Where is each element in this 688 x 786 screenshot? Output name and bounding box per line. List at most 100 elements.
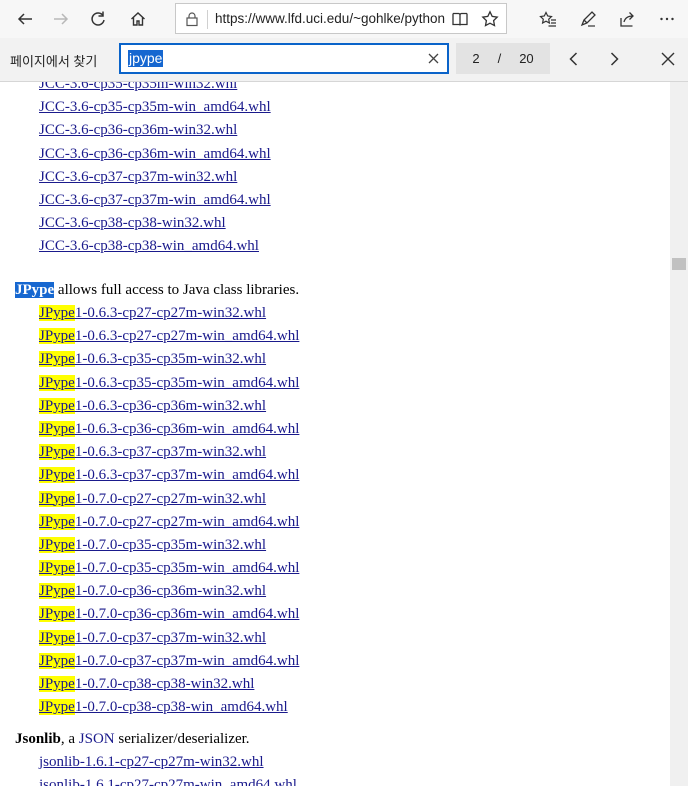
list-item: JPype1-0.6.3-cp36-cp36m-win32.whl xyxy=(39,395,299,418)
find-label: 페이지에서 찾기 xyxy=(10,54,98,69)
jpype-file-link[interactable]: JPype1-0.6.3-cp27-cp27m-win_amd64.whl xyxy=(39,328,300,345)
file-name-text: JCC-3.6-cp36-cp36m-win32.whl xyxy=(39,122,238,139)
search-highlight: JPype xyxy=(39,560,75,577)
jpype-file-link[interactable]: JPype1-0.7.0-cp27-cp27m-win_amd64.whl xyxy=(39,513,300,530)
forward-button[interactable] xyxy=(44,3,78,35)
json-link[interactable]: JSON xyxy=(79,731,115,747)
jcc-file-link[interactable]: JCC-3.6-cp36-cp36m-win_amd64.whl xyxy=(39,146,271,162)
more-button[interactable] xyxy=(650,3,684,35)
jsonlib-file-link[interactable]: jsonlib-1.6.1-cp27-cp27m-win_amd64.whl xyxy=(39,777,297,786)
list-item: JPype1-0.6.3-cp27-cp27m-win_amd64.whl xyxy=(39,325,299,348)
jpype-file-link[interactable]: JPype1-0.7.0-cp38-cp38-win_amd64.whl xyxy=(39,699,288,716)
search-highlight: JPype xyxy=(39,513,75,530)
url-text[interactable]: https://www.lfd.uci.edu/~gohlke/pythonl xyxy=(215,11,445,26)
file-name-text: JCC-3.6-cp35-cp35m-win_amd64.whl xyxy=(39,99,271,116)
jpype-file-link[interactable]: JPype1-0.6.3-cp35-cp35m-win32.whl xyxy=(39,351,266,368)
list-item: JCC-3.6-cp35-cp35m-win_amd64.whl xyxy=(39,96,271,119)
jpype-file-link[interactable]: JPype1-0.7.0-cp36-cp36m-win_amd64.whl xyxy=(39,606,300,623)
jpype-package-name[interactable]: JPype xyxy=(15,282,55,298)
jpype-file-link[interactable]: JPype1-0.7.0-cp35-cp35m-win_amd64.whl xyxy=(39,560,299,577)
list-item: JPype1-0.6.3-cp35-cp35m-win_amd64.whl xyxy=(39,372,299,395)
reading-view-icon[interactable] xyxy=(451,10,469,28)
file-name-text: JCC-3.6-cp38-cp38-win32.whl xyxy=(39,215,226,232)
jpype-file-link[interactable]: JPype1-0.6.3-cp37-cp37m-win32.whl xyxy=(39,444,266,461)
search-highlight: JPype xyxy=(39,606,75,623)
jpype-file-link[interactable]: JPype1-0.7.0-cp37-cp37m-win_amd64.whl xyxy=(39,652,299,669)
jsonlib-text-before: , a xyxy=(60,731,79,747)
list-item: JCC-3.6-cp37-cp37m-win32.whl xyxy=(39,166,271,189)
share-button[interactable] xyxy=(610,3,644,35)
jpype-file-link[interactable]: JPype1-0.7.0-cp35-cp35m-win32.whl xyxy=(39,536,267,553)
file-name-text: 1-0.6.3-cp27-cp27m-win_amd64.whl xyxy=(74,328,300,345)
find-query[interactable]: jpype xyxy=(128,50,164,67)
jsonlib-description: Jsonlib, a JSON serializer/deserializer. xyxy=(15,731,250,748)
jcc-file-link[interactable]: JCC-3.6-cp38-cp38-win32.whl xyxy=(39,215,226,231)
list-item: JPype1-0.7.0-cp37-cp37m-win_amd64.whl xyxy=(39,650,299,673)
jsonlib-file-link[interactable]: jsonlib-1.6.1-cp27-cp27m-win32.whl xyxy=(39,754,264,770)
share-icon xyxy=(620,12,634,27)
list-item: JPype1-0.7.0-cp37-cp37m-win32.whl xyxy=(39,627,299,650)
file-name-text: jsonlib-1.6.1-cp27-cp27m-win32.whl xyxy=(39,754,264,770)
jcc-file-link[interactable]: JCC-3.6-cp36-cp36m-win32.whl xyxy=(39,122,237,138)
search-highlight: JPype xyxy=(39,305,75,321)
refresh-icon xyxy=(91,11,105,26)
jpype-file-link[interactable]: JPype1-0.6.3-cp37-cp37m-win_amd64.whl xyxy=(39,467,300,484)
file-name-text: 1-0.7.0-cp36-cp36m-win32.whl xyxy=(74,583,267,600)
jpype-file-link[interactable]: JPype1-0.6.3-cp27-cp27m-win32.whl xyxy=(39,305,266,321)
find-match-count: 2 / 20 xyxy=(456,43,550,74)
jcc-file-link[interactable]: JCC-3.6-cp37-cp37m-win_amd64.whl xyxy=(39,192,271,208)
file-name-text: 1-0.6.3-cp37-cp37m-win_amd64.whl xyxy=(74,467,300,484)
file-name-text: 1-0.7.0-cp35-cp35m-win32.whl xyxy=(74,536,267,553)
find-slash: / xyxy=(497,51,502,66)
vertical-scrollbar[interactable] xyxy=(670,82,688,786)
clear-icon[interactable] xyxy=(426,51,441,66)
jpype-file-link[interactable]: JPype1-0.6.3-cp35-cp35m-win_amd64.whl xyxy=(39,374,299,391)
jpype-file-link[interactable]: JPype1-0.7.0-cp37-cp37m-win32.whl xyxy=(39,629,267,646)
find-total: 20 xyxy=(519,51,534,66)
file-name-text: 1-0.7.0-cp36-cp36m-win_amd64.whl xyxy=(74,606,300,623)
find-bar: 페이지에서 찾기 jpype 2 / 20 xyxy=(0,38,688,82)
list-item: JPype1-0.7.0-cp35-cp35m-win32.whl xyxy=(39,534,299,557)
file-name-text: 1-0.7.0-cp37-cp37m-win32.whl xyxy=(74,629,267,646)
notes-button[interactable] xyxy=(571,3,605,35)
jpype-file-link[interactable]: JPype1-0.6.3-cp36-cp36m-win32.whl xyxy=(39,397,266,414)
favorites-button[interactable] xyxy=(531,3,565,35)
list-item: JCC-3.6-cp37-cp37m-win_amd64.whl xyxy=(39,189,271,212)
list-item: JPype1-0.6.3-cp37-cp37m-win_amd64.whl xyxy=(39,464,299,487)
chevron-right-icon xyxy=(610,52,619,66)
list-item: JPype1-0.7.0-cp27-cp27m-win_amd64.whl xyxy=(39,511,299,534)
list-item: JCC-3.6-cp38-cp38-win_amd64.whl xyxy=(39,235,271,258)
search-highlight: JPype xyxy=(39,444,75,461)
home-button[interactable] xyxy=(121,3,155,35)
find-close-button[interactable] xyxy=(655,46,681,72)
search-highlight: JPype xyxy=(39,420,75,437)
page-content: JCC-3.6-cp35-cp35m-win32.whl JCC-3.6-cp35… xyxy=(0,82,670,786)
find-input[interactable]: jpype xyxy=(119,43,449,74)
address-separator xyxy=(207,10,208,29)
list-item: JPype1-0.7.0-cp35-cp35m-win_amd64.whl xyxy=(39,557,299,580)
jpype-file-link[interactable]: JPype1-0.7.0-cp38-cp38-win32.whl xyxy=(39,676,254,692)
search-highlight: JPype xyxy=(39,328,75,345)
back-button[interactable] xyxy=(8,3,42,35)
jpype-file-link[interactable]: JPype1-0.7.0-cp36-cp36m-win32.whl xyxy=(39,583,267,600)
chevron-left-icon xyxy=(569,52,578,66)
search-highlight: JPype xyxy=(39,652,75,669)
favorite-star-icon[interactable] xyxy=(481,10,499,28)
jcc-file-link[interactable]: JCC-3.6-cp38-cp38-win_amd64.whl xyxy=(39,238,259,254)
list-item: JPype1-0.6.3-cp36-cp36m-win_amd64.whl xyxy=(39,418,299,441)
file-name-text: JCC-3.6-cp38-cp38-win_amd64.whl xyxy=(39,238,259,255)
jpype-file-link[interactable]: JPype1-0.7.0-cp27-cp27m-win32.whl xyxy=(39,490,266,507)
jsonlib-package-name[interactable]: Jsonlib xyxy=(15,731,61,747)
scrollbar-thumb[interactable] xyxy=(672,258,686,270)
file-name-text: 1-0.7.0-cp27-cp27m-win_amd64.whl xyxy=(74,513,300,530)
refresh-button[interactable] xyxy=(81,3,115,35)
find-next-button[interactable] xyxy=(601,46,627,72)
list-item: JCC-3.6-cp36-cp36m-win32.whl xyxy=(39,119,271,142)
find-previous-button[interactable] xyxy=(561,46,587,72)
jcc-file-link[interactable]: JCC-3.6-cp37-cp37m-win32.whl xyxy=(39,169,237,185)
jcc-file-link[interactable]: JCC-3.6-cp35-cp35m-win_amd64.whl xyxy=(39,99,271,115)
back-arrow-icon xyxy=(17,13,32,25)
jpype-file-link[interactable]: JPype1-0.6.3-cp36-cp36m-win_amd64.whl xyxy=(39,420,299,437)
address-bar[interactable]: https://www.lfd.uci.edu/~gohlke/pythonl xyxy=(175,3,507,34)
jcc-file-link[interactable]: JCC-3.6-cp35-cp35m-win32.whl xyxy=(39,82,237,92)
